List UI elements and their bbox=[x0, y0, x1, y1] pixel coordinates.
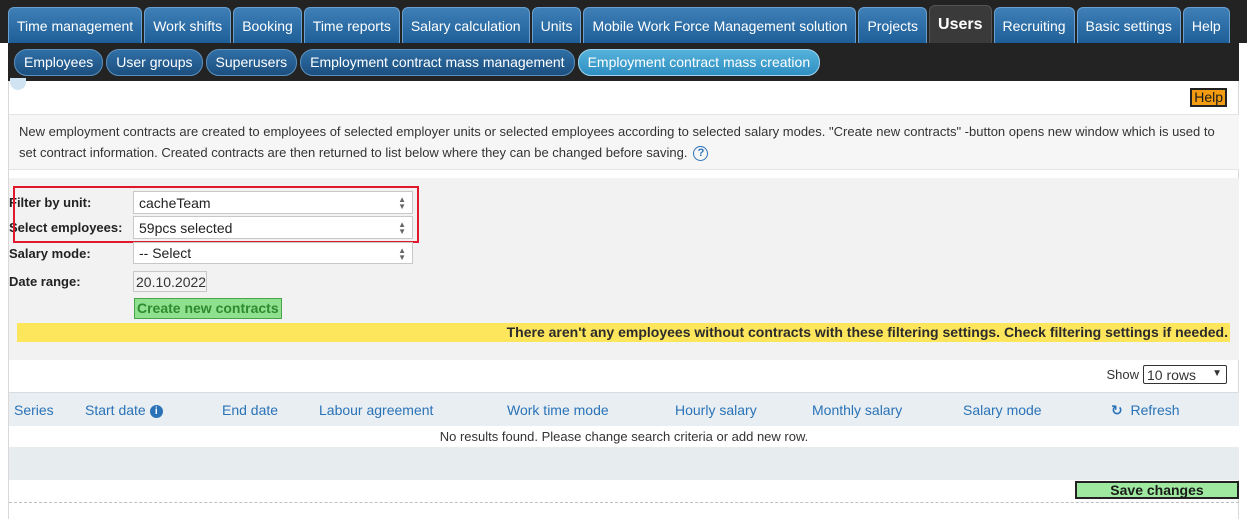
tab-time-reports[interactable]: Time reports bbox=[303, 7, 400, 43]
salary-mode-label: Salary mode: bbox=[9, 245, 91, 261]
warning-message: There aren't any employees without contr… bbox=[17, 323, 1230, 342]
select-arrows-icon: ▲ ▼ bbox=[398, 195, 406, 211]
filter-unit-value: cacheTeam bbox=[139, 194, 211, 211]
subnav-contract-mass-management[interactable]: Employment contract mass management bbox=[300, 48, 575, 76]
info-icon[interactable]: i bbox=[149, 405, 163, 418]
subnav-employees[interactable]: Employees bbox=[14, 48, 104, 76]
col-start-date[interactable]: Start date i bbox=[85, 402, 163, 418]
sub-nav: Employees User groups Superusers Employm… bbox=[8, 43, 1239, 81]
subnav-superusers[interactable]: Superusers bbox=[205, 48, 298, 76]
main-nav: Time management Work shifts Booking Time… bbox=[0, 0, 1247, 43]
date-range-row: Date range: 20.10.2022 bbox=[9, 271, 207, 292]
table-header: Series Start date i End date Labour agree… bbox=[9, 392, 1239, 426]
date-input[interactable]: 20.10.2022 bbox=[133, 271, 207, 292]
salary-mode-select[interactable]: -- Select ▲ ▼ bbox=[133, 242, 413, 264]
tab-work-shifts[interactable]: Work shifts bbox=[144, 7, 232, 43]
salary-mode-row: Salary mode: -- Select ▲ ▼ bbox=[9, 242, 413, 264]
col-hourly-salary[interactable]: Hourly salary bbox=[675, 402, 757, 418]
table-footer-band bbox=[9, 447, 1239, 480]
select-employees-label: Select employees: bbox=[9, 220, 123, 235]
refresh-button[interactable]: ↻ Refresh bbox=[1111, 402, 1180, 419]
create-contracts-button[interactable]: Create new contracts bbox=[134, 298, 282, 319]
tab-units[interactable]: Units bbox=[531, 7, 582, 43]
tab-users[interactable]: Users bbox=[929, 5, 992, 43]
tab-time-management[interactable]: Time management bbox=[8, 7, 143, 43]
col-monthly-salary[interactable]: Monthly salary bbox=[812, 402, 902, 418]
tab-recruiting[interactable]: Recruiting bbox=[993, 7, 1075, 43]
chevron-down-icon: ▼ bbox=[1212, 368, 1222, 379]
rows-select[interactable]: 10 rows ▼ bbox=[1143, 365, 1227, 384]
rows-select-value: 10 rows bbox=[1147, 366, 1197, 383]
select-employees-row: Select employees: 59pcs selected ▲ ▼ bbox=[9, 216, 413, 239]
rows-per-page: Show 10 rows ▼ bbox=[1106, 365, 1227, 384]
subnav-contract-mass-creation[interactable]: Employment contract mass creation bbox=[577, 48, 821, 76]
filter-unit-row: Filter by unit: cacheTeam ▲ ▼ bbox=[9, 191, 413, 214]
tab-booking[interactable]: Booking bbox=[233, 7, 302, 43]
subnav-user-groups[interactable]: User groups bbox=[106, 48, 203, 76]
show-label: Show bbox=[1106, 367, 1139, 382]
help-button[interactable]: Help bbox=[1190, 88, 1227, 107]
tab-salary-calculation[interactable]: Salary calculation bbox=[401, 7, 530, 43]
select-employees-select[interactable]: 59pcs selected ▲ ▼ bbox=[133, 216, 413, 239]
question-icon[interactable]: ? bbox=[693, 146, 709, 161]
col-work-time-mode[interactable]: Work time mode bbox=[507, 402, 609, 418]
salary-mode-value: -- Select bbox=[139, 245, 192, 261]
intro-text: New employment contracts are created to … bbox=[19, 124, 1215, 160]
col-end-date[interactable]: End date bbox=[222, 402, 278, 418]
select-arrows-icon: ▲ ▼ bbox=[398, 246, 406, 262]
select-employees-value: 59pcs selected bbox=[139, 219, 233, 236]
intro-panel: New employment contracts are created to … bbox=[9, 114, 1239, 170]
col-start-date-label: Start date bbox=[85, 402, 146, 418]
divider bbox=[9, 502, 1239, 503]
date-range-label: Date range: bbox=[9, 274, 81, 289]
col-series[interactable]: Series bbox=[14, 402, 54, 418]
tab-mobile-workforce[interactable]: Mobile Work Force Management solution bbox=[583, 7, 857, 43]
tab-help[interactable]: Help bbox=[1182, 7, 1230, 43]
filter-unit-select[interactable]: cacheTeam ▲ ▼ bbox=[133, 191, 413, 214]
filter-unit-label: Filter by unit: bbox=[9, 195, 92, 210]
col-labour-agreement[interactable]: Labour agreement bbox=[319, 402, 433, 418]
save-changes-button[interactable]: Save changes bbox=[1075, 481, 1239, 499]
tab-basic-settings[interactable]: Basic settings bbox=[1076, 7, 1181, 43]
tab-projects[interactable]: Projects bbox=[858, 7, 928, 43]
select-arrows-icon: ▲ ▼ bbox=[398, 220, 406, 236]
refresh-icon: ↻ bbox=[1111, 402, 1123, 418]
no-results-message: No results found. Please change search c… bbox=[9, 426, 1239, 447]
refresh-label: Refresh bbox=[1130, 402, 1180, 418]
col-salary-mode[interactable]: Salary mode bbox=[963, 402, 1042, 418]
